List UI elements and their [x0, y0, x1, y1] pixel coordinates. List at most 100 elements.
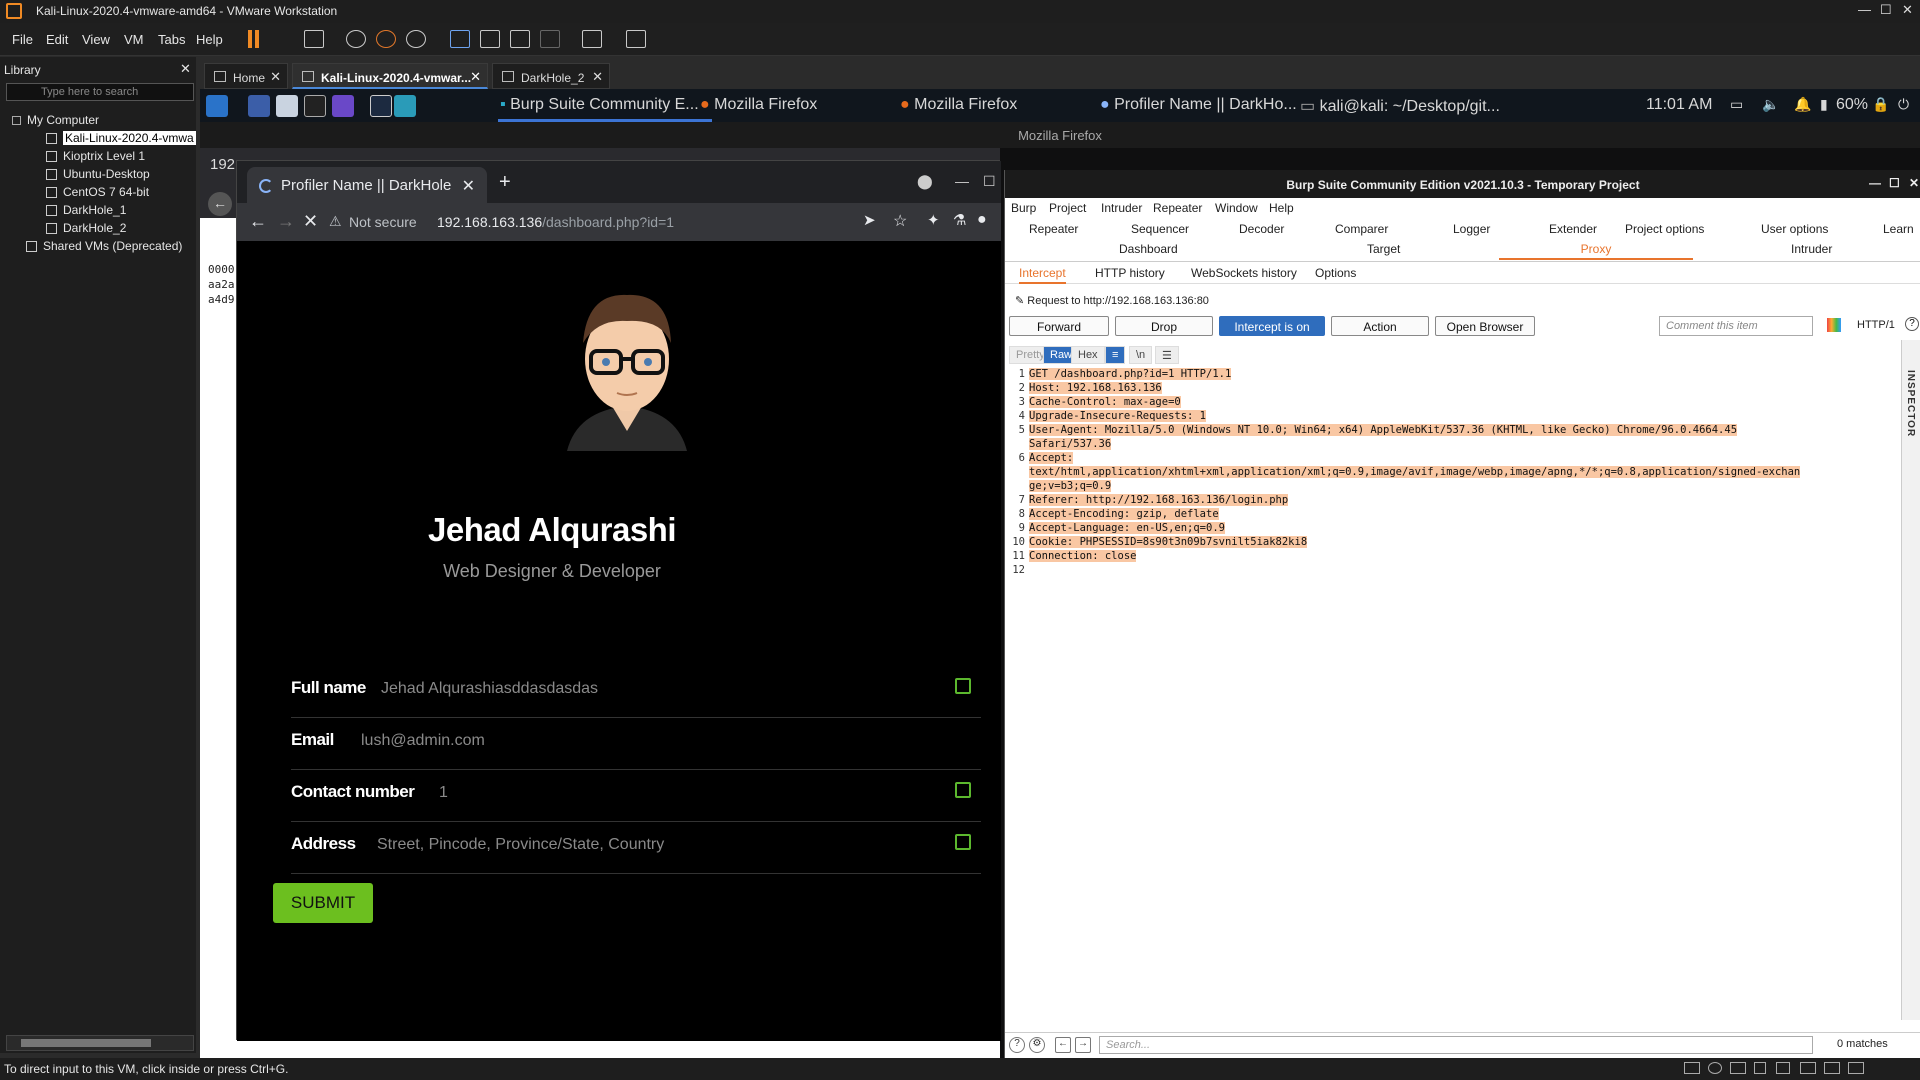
- menu-tabs[interactable]: Tabs: [158, 32, 185, 47]
- newline-toggle[interactable]: \n: [1129, 346, 1153, 364]
- highlight-color-icon[interactable]: [1827, 318, 1841, 332]
- tab-project-options[interactable]: Project options: [1625, 222, 1704, 236]
- snapshot-icon[interactable]: [346, 30, 366, 48]
- burp-menu-intruder[interactable]: Intruder: [1101, 201, 1142, 215]
- clock[interactable]: 11:01 AM: [1646, 96, 1712, 114]
- display-icon[interactable]: ▭: [1730, 96, 1743, 113]
- close-icon[interactable]: ✕: [1902, 2, 1913, 18]
- close-icon[interactable]: ✕: [1909, 176, 1919, 190]
- address-bar[interactable]: 192.168.163.136/dashboard.php?id=1: [437, 214, 674, 230]
- wrap-icon[interactable]: ≡: [1105, 346, 1126, 364]
- inspector-panel[interactable]: INSPECTOR: [1901, 340, 1920, 1020]
- tab-darkhole2[interactable]: DarkHole_2 ✕: [492, 63, 610, 89]
- maximize-icon[interactable]: ☐: [1880, 2, 1892, 18]
- http-version[interactable]: HTTP/1: [1857, 319, 1895, 331]
- revert-snapshot-icon[interactable]: [376, 30, 396, 48]
- burp-menu-repeater[interactable]: Repeater: [1153, 201, 1202, 215]
- close-tab-icon[interactable]: ✕: [592, 69, 603, 85]
- notification-icon[interactable]: 🔔: [1794, 96, 1811, 113]
- tab-sequencer[interactable]: Sequencer: [1131, 222, 1189, 236]
- task-burp[interactable]: ▪ Burp Suite Community E...: [500, 96, 699, 114]
- task-chrome[interactable]: ● Profiler Name || DarkHo...: [1100, 96, 1297, 114]
- open-browser-button[interactable]: Open Browser: [1435, 316, 1535, 336]
- hdd-icon[interactable]: [1684, 1062, 1700, 1074]
- battery-icon[interactable]: ▮: [1820, 96, 1828, 113]
- network-icon[interactable]: [1730, 1062, 1746, 1074]
- printer-icon[interactable]: [1800, 1062, 1816, 1074]
- back-icon[interactable]: ←: [249, 211, 267, 232]
- message-icon[interactable]: [1848, 1062, 1864, 1074]
- chrome-window[interactable]: Profiler Name || DarkHole ✕ + ⬤ — ☐ ← → …: [236, 160, 1001, 1041]
- burp-menu-help[interactable]: Help: [1269, 201, 1294, 215]
- tab-user-options[interactable]: User options: [1761, 222, 1828, 236]
- forward-button[interactable]: Forward: [1009, 316, 1109, 336]
- burp-menu-window[interactable]: Window: [1215, 201, 1258, 215]
- back-icon[interactable]: ←: [208, 192, 232, 216]
- burp-window[interactable]: Burp Suite Community Edition v2021.10.3 …: [1004, 170, 1920, 1060]
- chromium-icon[interactable]: [370, 95, 392, 117]
- tree-item-darkhole1[interactable]: DarkHole_1: [46, 201, 196, 219]
- tab-learn[interactable]: Learn: [1883, 222, 1914, 236]
- full-screen-icon[interactable]: [510, 30, 530, 48]
- full-name-input[interactable]: Jehad Alqurashiasddasdasdas: [381, 680, 598, 698]
- console-view-icon[interactable]: [582, 30, 602, 48]
- intercept-toggle-button[interactable]: Intercept is on: [1219, 316, 1325, 336]
- maximize-icon[interactable]: ☐: [1889, 176, 1900, 190]
- close-library-icon[interactable]: ✕: [180, 61, 191, 77]
- menu-edit[interactable]: Edit: [46, 32, 68, 47]
- tab-search-icon[interactable]: ⬤: [917, 173, 933, 190]
- minimize-icon[interactable]: —: [955, 173, 969, 189]
- new-tab-icon[interactable]: +: [499, 171, 511, 194]
- tab-http-history[interactable]: HTTP history: [1095, 266, 1165, 280]
- email-input[interactable]: lush@admin.com: [361, 732, 485, 750]
- task-firefox-1[interactable]: ● Mozilla Firefox: [700, 96, 817, 114]
- thumbnail-bar-icon[interactable]: [480, 30, 500, 48]
- tab-intercept[interactable]: Intercept: [1019, 266, 1066, 284]
- prev-match-icon[interactable]: ←: [1055, 1037, 1071, 1053]
- tab-options[interactable]: Options: [1315, 266, 1356, 280]
- pause-icon[interactable]: [248, 30, 252, 48]
- task-firefox-2[interactable]: ● Mozilla Firefox: [900, 96, 1017, 114]
- next-match-icon[interactable]: →: [1075, 1037, 1091, 1053]
- tab-intruder[interactable]: Intruder: [1791, 242, 1832, 256]
- tree-item-darkhole2[interactable]: DarkHole_2: [46, 219, 196, 237]
- power-icon[interactable]: ⏻: [1898, 96, 1909, 113]
- view-hex[interactable]: Hex: [1071, 346, 1105, 364]
- tab-websockets-history[interactable]: WebSockets history: [1191, 266, 1297, 280]
- tab-logger[interactable]: Logger: [1453, 222, 1490, 236]
- terminal-icon[interactable]: [304, 95, 326, 117]
- menu-vm[interactable]: VM: [124, 32, 144, 47]
- cd-icon[interactable]: [1708, 1062, 1722, 1074]
- extensions-icon[interactable]: ✦: [927, 211, 940, 229]
- tree-item-shared[interactable]: Shared VMs (Deprecated): [26, 237, 196, 255]
- tab-target[interactable]: Target: [1367, 242, 1400, 256]
- firefox-launcher-icon[interactable]: [332, 95, 354, 117]
- minimize-icon[interactable]: —: [1858, 2, 1871, 17]
- menu-help[interactable]: Help: [196, 32, 223, 47]
- forward-icon[interactable]: →: [277, 211, 295, 232]
- chrome-tab[interactable]: Profiler Name || DarkHole ✕: [247, 167, 487, 203]
- search-input[interactable]: Search...: [1099, 1036, 1813, 1054]
- menu-view[interactable]: View: [82, 32, 110, 47]
- close-tab-icon[interactable]: ✕: [470, 69, 481, 85]
- library-scrollbar[interactable]: [6, 1035, 194, 1051]
- help-icon[interactable]: ?: [1009, 1037, 1025, 1053]
- action-button[interactable]: Action: [1331, 316, 1429, 336]
- show-library-icon[interactable]: [450, 30, 470, 48]
- submit-button[interactable]: SUBMIT: [273, 883, 373, 923]
- close-tab-icon[interactable]: ✕: [462, 176, 475, 196]
- burp-launcher-icon[interactable]: [394, 95, 416, 117]
- display-icon[interactable]: [1824, 1062, 1840, 1074]
- tab-repeater[interactable]: Repeater: [1029, 222, 1078, 236]
- not-secure-label[interactable]: Not secure: [349, 214, 417, 230]
- comment-input[interactable]: Comment this item: [1659, 316, 1813, 336]
- contact-input[interactable]: 1: [439, 784, 448, 802]
- tab-kali[interactable]: Kali-Linux-2020.4-vmwar... ✕: [292, 63, 488, 89]
- send-icon[interactable]: ➤: [863, 211, 876, 229]
- tree-item-kioptrix[interactable]: Kioptrix Level 1: [46, 147, 196, 165]
- tab-decoder[interactable]: Decoder: [1239, 222, 1284, 236]
- send-keys-icon[interactable]: [304, 30, 324, 48]
- firefox-address[interactable]: 192.: [210, 156, 239, 173]
- tab-home[interactable]: Home ✕: [204, 63, 288, 89]
- maximize-icon[interactable]: ☐: [983, 173, 996, 190]
